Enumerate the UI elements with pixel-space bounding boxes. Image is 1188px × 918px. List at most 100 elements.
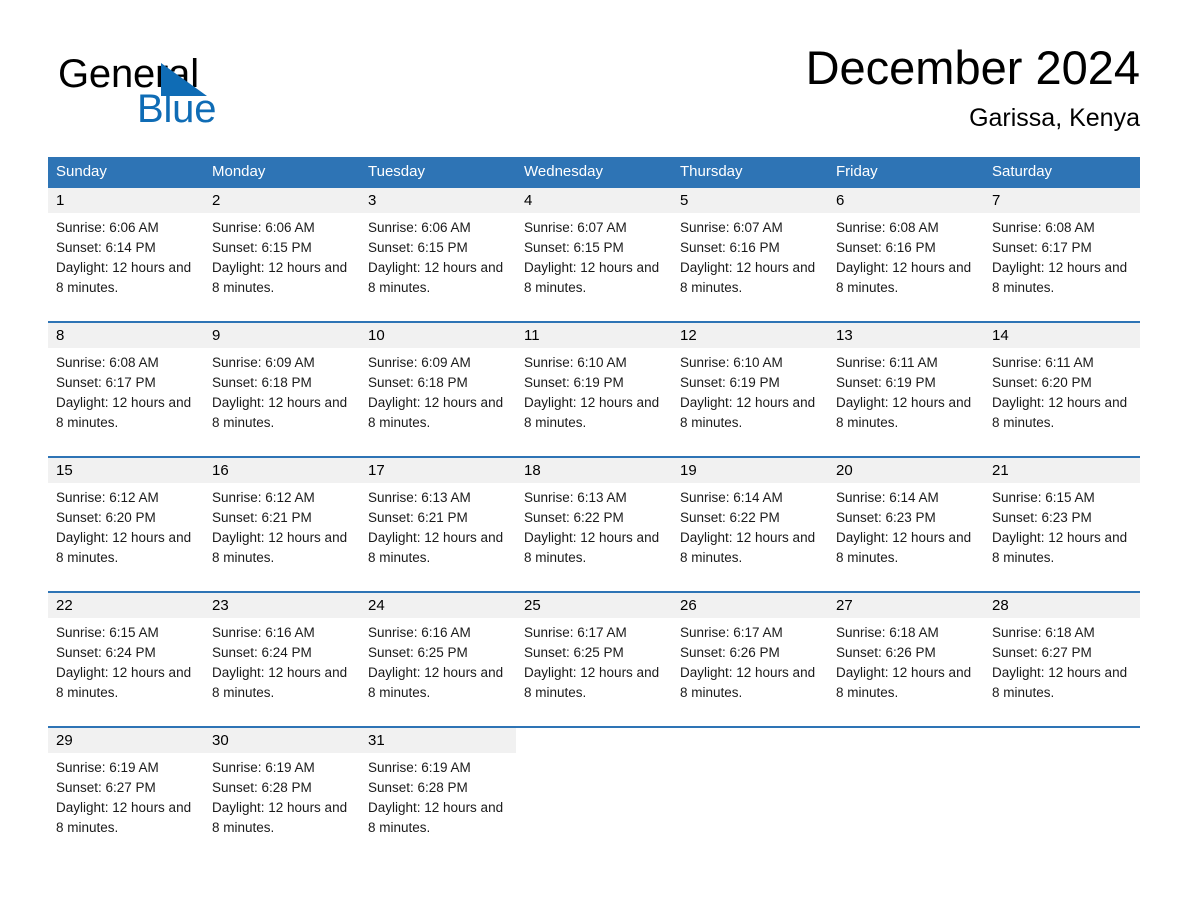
sunset-text: Sunset: 6:20 PM xyxy=(56,510,156,525)
sunset-text: Sunset: 6:16 PM xyxy=(680,240,780,255)
day-number: 7 xyxy=(992,192,1001,209)
daylight-text: Daylight: 12 hours and 8 minutes. xyxy=(680,665,816,700)
day-cell[interactable]: 31 Sunrise: 6:19 AM Sunset: 6:28 PM Dayl… xyxy=(360,728,516,850)
day-number: 22 xyxy=(56,597,73,614)
day-number: 21 xyxy=(992,462,1009,479)
weekday-header-saturday: Saturday xyxy=(992,163,1053,180)
sunrise-text: Sunrise: 6:16 AM xyxy=(368,625,471,640)
sunset-text: Sunset: 6:19 PM xyxy=(524,375,624,390)
day-number: 6 xyxy=(836,192,845,209)
daylight-text: Daylight: 12 hours and 8 minutes. xyxy=(680,395,816,430)
day-number: 18 xyxy=(524,462,541,479)
day-cell[interactable]: 9 Sunrise: 6:09 AM Sunset: 6:18 PM Dayli… xyxy=(204,323,360,456)
daylight-text: Daylight: 12 hours and 8 minutes. xyxy=(836,395,972,430)
weekday-header-friday: Friday xyxy=(836,163,878,180)
day-cell-empty xyxy=(672,728,828,850)
day-cell[interactable]: 26 Sunrise: 6:17 AM Sunset: 6:26 PM Dayl… xyxy=(672,593,828,726)
daylight-text: Daylight: 12 hours and 8 minutes. xyxy=(212,530,348,565)
sunset-text: Sunset: 6:15 PM xyxy=(524,240,624,255)
sunrise-text: Sunrise: 6:15 AM xyxy=(56,625,159,640)
day-cell[interactable]: 2 Sunrise: 6:06 AM Sunset: 6:15 PM Dayli… xyxy=(204,188,360,321)
day-number: 23 xyxy=(212,597,229,614)
day-cell[interactable]: 19 Sunrise: 6:14 AM Sunset: 6:22 PM Dayl… xyxy=(672,458,828,591)
sunrise-text: Sunrise: 6:06 AM xyxy=(368,220,471,235)
sunrise-text: Sunrise: 6:11 AM xyxy=(836,355,938,370)
sunset-text: Sunset: 6:28 PM xyxy=(368,780,468,795)
day-cell[interactable]: 24 Sunrise: 6:16 AM Sunset: 6:25 PM Dayl… xyxy=(360,593,516,726)
sunset-text: Sunset: 6:23 PM xyxy=(836,510,936,525)
calendar-grid: Sunday Monday Tuesday Wednesday Thursday… xyxy=(48,157,1140,850)
day-cell[interactable]: 8 Sunrise: 6:08 AM Sunset: 6:17 PM Dayli… xyxy=(48,323,204,456)
calendar-page: General Blue December 2024 Garissa, Keny… xyxy=(0,0,1188,918)
general-blue-logo: General Blue xyxy=(58,52,388,138)
daylight-text: Daylight: 12 hours and 8 minutes. xyxy=(680,260,816,295)
logo-text-blue: Blue xyxy=(137,87,217,131)
day-cell[interactable]: 29 Sunrise: 6:19 AM Sunset: 6:27 PM Dayl… xyxy=(48,728,204,850)
daylight-text: Daylight: 12 hours and 8 minutes. xyxy=(56,530,192,565)
day-number: 3 xyxy=(368,192,377,209)
day-cell[interactable]: 3 Sunrise: 6:06 AM Sunset: 6:15 PM Dayli… xyxy=(360,188,516,321)
sunset-text: Sunset: 6:21 PM xyxy=(212,510,312,525)
day-cell[interactable]: 18 Sunrise: 6:13 AM Sunset: 6:22 PM Dayl… xyxy=(516,458,672,591)
weekday-header-thursday: Thursday xyxy=(680,163,743,180)
sunrise-text: Sunrise: 6:13 AM xyxy=(524,490,627,505)
sunrise-text: Sunrise: 6:15 AM xyxy=(992,490,1095,505)
day-cell[interactable]: 13 Sunrise: 6:11 AM Sunset: 6:19 PM Dayl… xyxy=(828,323,984,456)
day-number: 4 xyxy=(524,192,533,209)
day-cell[interactable]: 12 Sunrise: 6:10 AM Sunset: 6:19 PM Dayl… xyxy=(672,323,828,456)
day-cell[interactable]: 11 Sunrise: 6:10 AM Sunset: 6:19 PM Dayl… xyxy=(516,323,672,456)
day-cell[interactable]: 17 Sunrise: 6:13 AM Sunset: 6:21 PM Dayl… xyxy=(360,458,516,591)
day-cell[interactable]: 20 Sunrise: 6:14 AM Sunset: 6:23 PM Dayl… xyxy=(828,458,984,591)
day-number: 31 xyxy=(368,732,385,749)
day-number: 14 xyxy=(992,327,1009,344)
daylight-text: Daylight: 12 hours and 8 minutes. xyxy=(680,530,816,565)
day-cell[interactable]: 14 Sunrise: 6:11 AM Sunset: 6:20 PM Dayl… xyxy=(984,323,1140,456)
day-cell[interactable]: 28 Sunrise: 6:18 AM Sunset: 6:27 PM Dayl… xyxy=(984,593,1140,726)
daylight-text: Daylight: 12 hours and 8 minutes. xyxy=(368,260,504,295)
sunrise-text: Sunrise: 6:14 AM xyxy=(680,490,783,505)
sunrise-text: Sunrise: 6:19 AM xyxy=(212,760,315,775)
page-header: General Blue December 2024 Garissa, Keny… xyxy=(48,40,1140,150)
day-cell[interactable]: 21 Sunrise: 6:15 AM Sunset: 6:23 PM Dayl… xyxy=(984,458,1140,591)
sunrise-text: Sunrise: 6:10 AM xyxy=(524,355,627,370)
sunset-text: Sunset: 6:27 PM xyxy=(56,780,156,795)
day-cell[interactable]: 16 Sunrise: 6:12 AM Sunset: 6:21 PM Dayl… xyxy=(204,458,360,591)
day-cell[interactable]: 6 Sunrise: 6:08 AM Sunset: 6:16 PM Dayli… xyxy=(828,188,984,321)
weekday-header-tuesday: Tuesday xyxy=(368,163,425,180)
sunrise-text: Sunrise: 6:06 AM xyxy=(212,220,315,235)
sunset-text: Sunset: 6:23 PM xyxy=(992,510,1092,525)
day-number: 24 xyxy=(368,597,385,614)
sunset-text: Sunset: 6:25 PM xyxy=(524,645,624,660)
sunrise-text: Sunrise: 6:17 AM xyxy=(524,625,627,640)
sunrise-text: Sunrise: 6:11 AM xyxy=(992,355,1094,370)
sunset-text: Sunset: 6:17 PM xyxy=(992,240,1092,255)
sunrise-text: Sunrise: 6:07 AM xyxy=(680,220,783,235)
day-cell[interactable]: 25 Sunrise: 6:17 AM Sunset: 6:25 PM Dayl… xyxy=(516,593,672,726)
day-cell[interactable]: 4 Sunrise: 6:07 AM Sunset: 6:15 PM Dayli… xyxy=(516,188,672,321)
week-row: 1 Sunrise: 6:06 AM Sunset: 6:14 PM Dayli… xyxy=(48,188,1140,321)
day-cell[interactable]: 7 Sunrise: 6:08 AM Sunset: 6:17 PM Dayli… xyxy=(984,188,1140,321)
daylight-text: Daylight: 12 hours and 8 minutes. xyxy=(212,665,348,700)
day-cell[interactable]: 22 Sunrise: 6:15 AM Sunset: 6:24 PM Dayl… xyxy=(48,593,204,726)
daylight-text: Daylight: 12 hours and 8 minutes. xyxy=(836,260,972,295)
sunset-text: Sunset: 6:19 PM xyxy=(680,375,780,390)
day-cell[interactable]: 10 Sunrise: 6:09 AM Sunset: 6:18 PM Dayl… xyxy=(360,323,516,456)
sunset-text: Sunset: 6:18 PM xyxy=(212,375,312,390)
sunrise-text: Sunrise: 6:17 AM xyxy=(680,625,783,640)
day-number: 13 xyxy=(836,327,853,344)
day-cell[interactable]: 5 Sunrise: 6:07 AM Sunset: 6:16 PM Dayli… xyxy=(672,188,828,321)
day-cell[interactable]: 30 Sunrise: 6:19 AM Sunset: 6:28 PM Dayl… xyxy=(204,728,360,850)
sunset-text: Sunset: 6:26 PM xyxy=(836,645,936,660)
day-number: 27 xyxy=(836,597,853,614)
day-cell[interactable]: 15 Sunrise: 6:12 AM Sunset: 6:20 PM Dayl… xyxy=(48,458,204,591)
week-row: 8 Sunrise: 6:08 AM Sunset: 6:17 PM Dayli… xyxy=(48,321,1140,456)
sunset-text: Sunset: 6:14 PM xyxy=(56,240,156,255)
daylight-text: Daylight: 12 hours and 8 minutes. xyxy=(56,395,192,430)
sunset-text: Sunset: 6:17 PM xyxy=(56,375,156,390)
week-row: 22 Sunrise: 6:15 AM Sunset: 6:24 PM Dayl… xyxy=(48,591,1140,726)
day-cell[interactable]: 1 Sunrise: 6:06 AM Sunset: 6:14 PM Dayli… xyxy=(48,188,204,321)
sunset-text: Sunset: 6:15 PM xyxy=(212,240,312,255)
day-cell[interactable]: 27 Sunrise: 6:18 AM Sunset: 6:26 PM Dayl… xyxy=(828,593,984,726)
day-cell[interactable]: 23 Sunrise: 6:16 AM Sunset: 6:24 PM Dayl… xyxy=(204,593,360,726)
sunset-text: Sunset: 6:27 PM xyxy=(992,645,1092,660)
